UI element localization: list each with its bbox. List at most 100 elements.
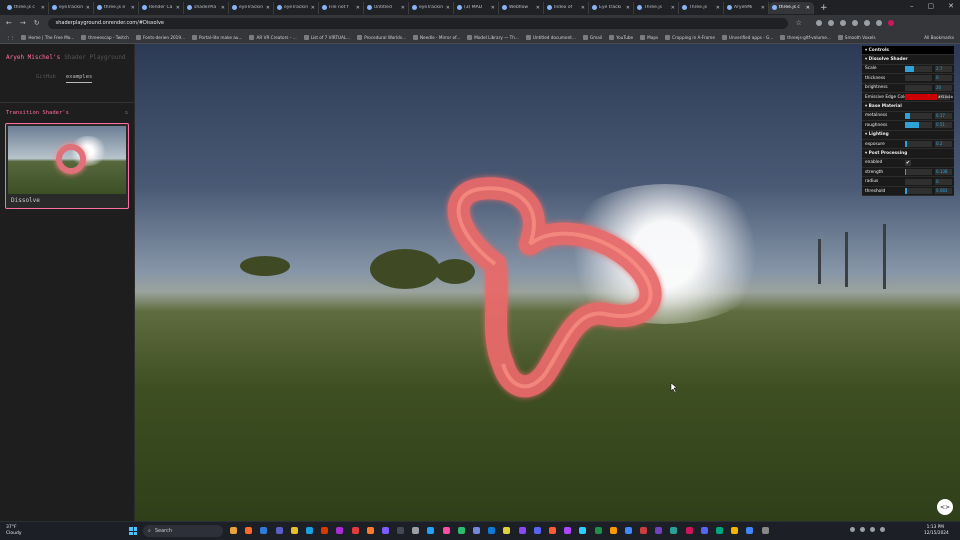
close-window-icon[interactable]: ✕	[948, 2, 954, 10]
extension-icon[interactable]	[875, 20, 882, 26]
gui-folder[interactable]: ▾ Dissolve Shader	[862, 55, 954, 65]
pinned-app-icon[interactable]	[473, 527, 480, 534]
pinned-app-icon[interactable]	[624, 527, 632, 534]
bookmark-item[interactable]: threeescap - Twitch	[81, 34, 129, 40]
battery-icon[interactable]	[880, 527, 885, 532]
browser-tab[interactable]: AryehMi ✕	[724, 1, 769, 14]
pinned-app-icon[interactable]	[716, 527, 723, 534]
pinned-app-icon[interactable]	[640, 527, 648, 534]
pinned-app-icon[interactable]	[381, 527, 389, 534]
pinned-app-icon[interactable]	[761, 527, 769, 534]
gui-slider[interactable]	[905, 112, 932, 119]
gui-number-input[interactable]: 20	[935, 84, 952, 91]
close-tab-icon[interactable]: ✕	[221, 5, 225, 11]
code-toggle-button[interactable]: <>	[937, 499, 953, 515]
browser-tab[interactable]: three.js c ✕	[4, 1, 49, 14]
color-swatch[interactable]	[905, 94, 937, 101]
pinned-app-icon[interactable]	[731, 527, 739, 534]
gui-slider[interactable]	[905, 75, 932, 82]
browser-tab[interactable]: shaderPla ✕	[184, 1, 229, 14]
bookmark-item[interactable]: AR VR Creators - ...	[249, 34, 297, 40]
close-tab-icon[interactable]: ✕	[176, 5, 180, 11]
gui-slider[interactable]	[905, 169, 932, 176]
extension-icon[interactable]	[827, 20, 834, 26]
pinned-app-icon[interactable]	[457, 527, 465, 534]
gui-folder[interactable]: ▾ Post Processing	[862, 149, 954, 159]
close-tab-icon[interactable]: ✕	[446, 5, 450, 11]
checkbox[interactable]: ✔	[905, 159, 911, 166]
gui-folder[interactable]: ▾ Base Material	[862, 102, 954, 112]
gui-number-input[interactable]: 0.138	[935, 169, 952, 176]
forward-icon[interactable]: →	[20, 19, 26, 27]
pinned-app-icon[interactable]	[685, 527, 693, 534]
pinned-app-icon[interactable]	[548, 527, 556, 534]
new-tab-button[interactable]: +	[820, 3, 828, 13]
extension-icon[interactable]	[839, 20, 846, 26]
close-tab-icon[interactable]: ✕	[131, 5, 135, 11]
pinned-app-icon[interactable]	[609, 527, 617, 534]
section-header[interactable]: Transition Shader's ⇅	[6, 110, 128, 116]
collapse-icon[interactable]: ⇅	[125, 110, 128, 116]
bookmark-item[interactable]: Portal-lite make au...	[192, 34, 242, 40]
browser-tab[interactable]: eyeTrackin ✕	[49, 1, 94, 14]
gui-number-input[interactable]: 0.51	[935, 122, 952, 129]
tray-icon[interactable]	[850, 527, 855, 532]
maximize-icon[interactable]: ▢	[928, 2, 935, 10]
pinned-app-icon[interactable]	[351, 527, 359, 534]
pinned-app-icon[interactable]	[290, 527, 298, 534]
pinned-app-icon[interactable]	[670, 527, 678, 534]
weather-widget[interactable]: 37°F Cloudy	[6, 525, 22, 536]
gui-slider[interactable]	[905, 65, 932, 72]
bookmark-item[interactable]: Fonts-derien 2019...	[135, 34, 185, 40]
taskbar-search[interactable]: ⌕ Search	[143, 525, 223, 537]
profile-avatar[interactable]	[887, 20, 894, 26]
controls-title[interactable]: ▾ Controls	[862, 46, 954, 56]
browser-tab[interactable]: Eye tracki ✕	[589, 1, 634, 14]
gui-folder[interactable]: ▾ Lighting	[862, 131, 954, 140]
reload-icon[interactable]: ↻	[34, 19, 40, 27]
gui-slider[interactable]	[905, 84, 932, 91]
extension-icon[interactable]	[863, 20, 870, 26]
close-tab-icon[interactable]: ✕	[761, 5, 765, 11]
pinned-app-icon[interactable]	[594, 527, 602, 534]
example-card-dissolve[interactable]: Dissolve	[5, 123, 129, 209]
bookmark-item[interactable]: threejs-gltf-volume...	[780, 34, 831, 40]
close-tab-icon[interactable]: ✕	[536, 5, 540, 11]
minimize-icon[interactable]: –	[910, 2, 914, 10]
close-tab-icon[interactable]: ✕	[266, 5, 270, 11]
webgl-canvas[interactable]	[135, 44, 960, 521]
close-tab-icon[interactable]: ✕	[41, 5, 45, 11]
browser-tab[interactable]: File not f ✕	[319, 1, 364, 14]
browser-tab[interactable]: Index of ✕	[544, 1, 589, 14]
close-tab-icon[interactable]: ✕	[356, 5, 360, 11]
pinned-app-icon[interactable]	[260, 527, 268, 534]
browser-tab[interactable]: eyeTrackin ✕	[229, 1, 274, 14]
bookmark-item[interactable]: Maps	[640, 34, 658, 40]
extension-icon[interactable]	[851, 20, 858, 26]
pinned-app-icon[interactable]	[275, 527, 283, 534]
pinned-app-icon[interactable]	[230, 527, 237, 534]
pinned-app-icon[interactable]	[321, 527, 329, 534]
close-tab-icon[interactable]: ✕	[806, 5, 810, 11]
volume-icon[interactable]	[870, 527, 875, 532]
extension-icon[interactable]	[815, 20, 822, 26]
pinned-app-icon[interactable]	[397, 527, 405, 534]
bookmark-item[interactable]: Procedural Worlds...	[357, 34, 406, 40]
gui-slider[interactable]	[905, 141, 932, 148]
close-tab-icon[interactable]: ✕	[401, 5, 405, 11]
pinned-app-icon[interactable]	[488, 527, 496, 534]
pinned-app-icon[interactable]	[564, 527, 572, 534]
browser-tab[interactable]: Webflow ✕	[499, 1, 544, 14]
pinned-app-icon[interactable]	[503, 527, 511, 534]
browser-tab[interactable]: Three.js ✕	[679, 1, 724, 14]
browser-tab[interactable]: eyeTrackin ✕	[274, 1, 319, 14]
pinned-app-icon[interactable]	[442, 527, 450, 534]
tab-github[interactable]: GitHub	[36, 74, 56, 83]
bookmark-item[interactable]: Untitled document...	[525, 34, 576, 40]
close-tab-icon[interactable]: ✕	[86, 5, 90, 11]
gui-slider[interactable]	[905, 188, 932, 195]
pinned-app-icon[interactable]	[412, 527, 420, 534]
pinned-app-icon[interactable]	[336, 527, 344, 534]
clock[interactable]: 1:13 PM 12/15/2024	[924, 525, 949, 536]
browser-tab[interactable]: three.js e ✕	[94, 1, 139, 14]
